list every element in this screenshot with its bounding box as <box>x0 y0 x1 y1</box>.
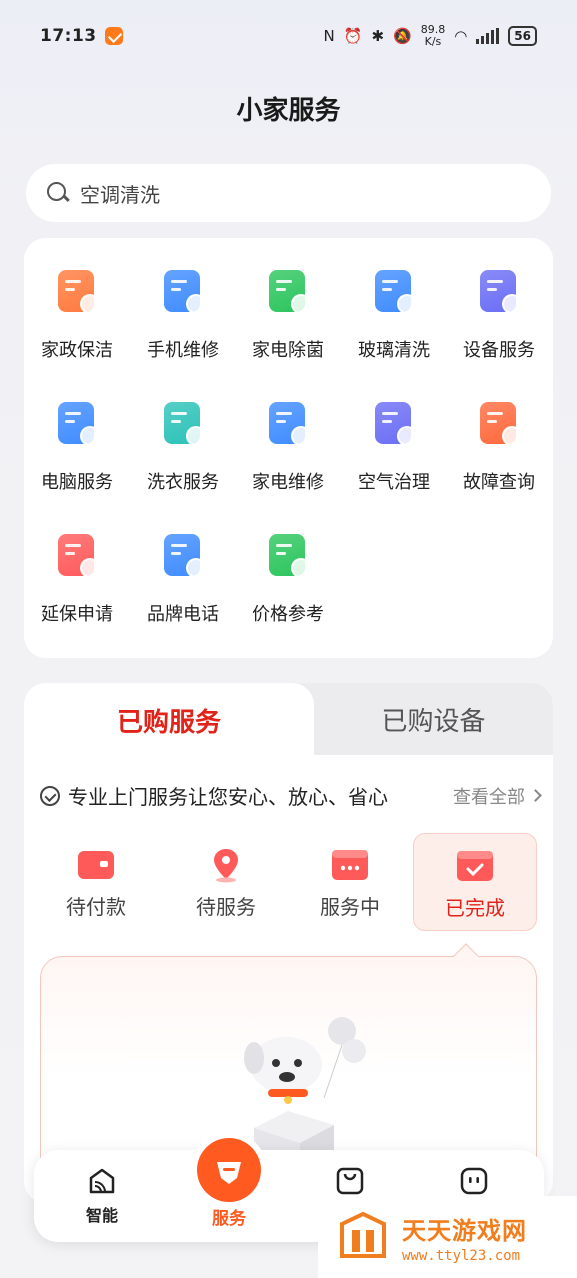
service-icon <box>217 1162 241 1184</box>
service-item[interactable]: 家电除菌 <box>235 266 341 362</box>
profile-face-icon <box>459 1166 489 1196</box>
service-item[interactable]: 价格参考 <box>235 530 341 626</box>
service-item[interactable]: 故障查询 <box>446 398 552 494</box>
orders-card: 已购服务 已购设备 专业上门服务让您安心、放心、省心 查看全部 待付款 待服务 … <box>24 683 553 1203</box>
service-label: 设备服务 <box>463 340 535 361</box>
service-item[interactable]: 手机维修 <box>130 266 236 362</box>
status-pending-service[interactable]: 待服务 <box>164 833 288 931</box>
status-completed[interactable]: 已完成 <box>413 833 537 931</box>
device-service-icon <box>474 266 524 316</box>
shopping-bag-icon <box>335 1166 365 1196</box>
status-bar: 17:13 N ⏰ ✱ 🔕 89.8 K/s ◠ 56 <box>0 0 577 72</box>
nfc-icon: N <box>323 27 335 45</box>
service-item[interactable]: 家电维修 <box>235 398 341 494</box>
network-speed: 89.8 K/s <box>420 23 446 48</box>
nav-smart[interactable]: 智能 <box>62 1166 142 1226</box>
service-item[interactable]: 洗衣服务 <box>130 398 236 494</box>
service-item[interactable]: 家政保洁 <box>24 266 130 362</box>
service-label: 延保申请 <box>41 604 113 625</box>
warranty-icon <box>52 530 102 580</box>
bluetooth-icon: ✱ <box>371 27 385 45</box>
battery-indicator: 56 <box>508 26 537 46</box>
site-watermark: 天天游戏网 www.ttyl23.com <box>318 1196 577 1278</box>
status-pending-payment[interactable]: 待付款 <box>34 833 158 931</box>
service-item[interactable]: 电脑服务 <box>24 398 130 494</box>
wallet-icon <box>76 847 116 883</box>
phone-repair-icon <box>158 266 208 316</box>
search-icon <box>46 181 70 205</box>
watermark-url: www.ttyl23.com <box>402 1247 521 1264</box>
laundry-icon <box>158 398 208 448</box>
completed-icon <box>455 848 495 884</box>
search-bar[interactable]: 空调清洗 <box>26 164 551 222</box>
tab-purchased-services[interactable]: 已购服务 <box>24 683 314 757</box>
promo-row: 专业上门服务让您安心、放心、省心 查看全部 <box>40 781 542 810</box>
price-reference-icon <box>263 530 313 580</box>
mute-icon: 🔕 <box>393 27 412 45</box>
appliance-sterilize-icon <box>263 266 313 316</box>
promo-text: 专业上门服务让您安心、放心、省心 <box>68 785 388 809</box>
glass-clean-icon <box>369 266 419 316</box>
check-circle-icon <box>40 785 60 806</box>
service-label: 手机维修 <box>147 340 219 361</box>
service-label: 家电维修 <box>252 472 324 493</box>
chevron-right-icon <box>529 789 542 802</box>
search-placeholder: 空调清洗 <box>80 182 160 207</box>
service-label: 空气治理 <box>358 472 430 493</box>
service-item[interactable]: 品牌电话 <box>130 530 236 626</box>
notification-app-icon <box>104 27 123 45</box>
appliance-repair-icon <box>263 398 313 448</box>
service-label: 玻璃清洗 <box>358 340 430 361</box>
air-spray-icon <box>369 398 419 448</box>
nav-service-label[interactable]: 服务 <box>184 1204 274 1229</box>
service-item[interactable]: 玻璃清洗 <box>341 266 447 362</box>
service-label: 价格参考 <box>252 604 324 625</box>
in-progress-icon <box>330 847 370 883</box>
watermark-title: 天天游戏网 <box>402 1216 527 1245</box>
fault-query-icon <box>474 398 524 448</box>
status-time: 17:13 <box>40 26 97 46</box>
status-in-service[interactable]: 服务中 <box>288 833 412 931</box>
nav-service-bubble[interactable] <box>197 1138 261 1202</box>
service-item[interactable]: 空气治理 <box>341 398 447 494</box>
service-label: 品牌电话 <box>147 604 219 625</box>
service-label: 故障查询 <box>463 472 535 493</box>
watermark-logo-icon <box>336 1210 390 1264</box>
service-label: 电脑服务 <box>41 472 113 493</box>
service-item[interactable]: 设备服务 <box>446 266 552 362</box>
tab-purchased-devices[interactable]: 已购设备 <box>314 683 553 755</box>
brand-phone-icon <box>158 530 208 580</box>
status-icons: N ⏰ ✱ 🔕 89.8 K/s ◠ 56 <box>324 24 537 48</box>
service-item[interactable]: 延保申请 <box>24 530 130 626</box>
computer-service-icon <box>52 398 102 448</box>
page-title: 小家服务 <box>236 96 341 126</box>
service-label: 家电除菌 <box>252 340 324 361</box>
cellular-signal-icon <box>476 28 500 44</box>
broom-icon <box>52 266 102 316</box>
alarm-icon: ⏰ <box>343 27 363 45</box>
view-all-link[interactable]: 查看全部 <box>453 783 542 809</box>
service-label: 家政保洁 <box>41 340 113 361</box>
smart-home-icon <box>87 1166 117 1196</box>
services-grid: 家政保洁 手机维修 家电除菌 玻璃清洗 设备服务电脑服务 洗衣服务 家电维修 空气治理 故障查询… <box>24 238 553 658</box>
service-label: 洗衣服务 <box>147 472 219 493</box>
location-pin-icon <box>206 847 246 883</box>
wifi-icon: ◠ <box>454 27 468 45</box>
